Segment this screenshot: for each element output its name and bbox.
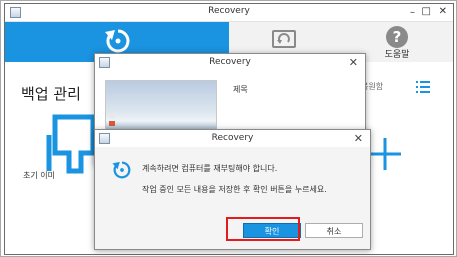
dialog-front-close-button[interactable]: ✕: [354, 133, 363, 144]
dialog-back-close-button[interactable]: ✕: [349, 57, 358, 68]
save-work-message: 작업 중인 모든 내용을 저장한 후 확인 버튼을 누르세요.: [142, 185, 327, 194]
help-icon: ?: [386, 26, 408, 48]
backup-item-title: 제목: [233, 85, 248, 94]
dialog-back-titlebar: Recovery ✕: [95, 54, 365, 71]
dialog-front-titlebar: Recovery ✕: [95, 130, 370, 147]
disk-restore-icon: [272, 30, 296, 48]
restore-icon: [105, 29, 130, 53]
page-title: 백업 관리: [21, 85, 81, 103]
dialog-back-title: Recovery: [209, 57, 251, 67]
dialog-front-title: Recovery: [211, 133, 254, 143]
window-titlebar: Recovery – □ ✕: [5, 4, 453, 22]
window-title: Recovery: [208, 6, 250, 16]
svg-text:?: ?: [393, 28, 402, 46]
cancel-button[interactable]: 취소: [305, 223, 363, 238]
list-view-icon[interactable]: [416, 81, 430, 93]
minimize-button[interactable]: –: [410, 8, 415, 18]
add-backup-icon[interactable]: [369, 138, 401, 170]
close-button[interactable]: ✕: [439, 7, 447, 17]
reboot-icon: [112, 161, 131, 179]
reboot-message: 계속하려면 컴퓨터를 재부팅해야 합니다.: [142, 164, 278, 173]
initial-image-label: 초기 이미: [23, 171, 55, 180]
screenshot-frame: Recovery – □ ✕ ? 도움말 백업 관리 복원함 초기 이미 Rec…: [0, 0, 457, 257]
ok-button-highlight: [226, 217, 300, 241]
maximize-button[interactable]: □: [422, 7, 431, 17]
